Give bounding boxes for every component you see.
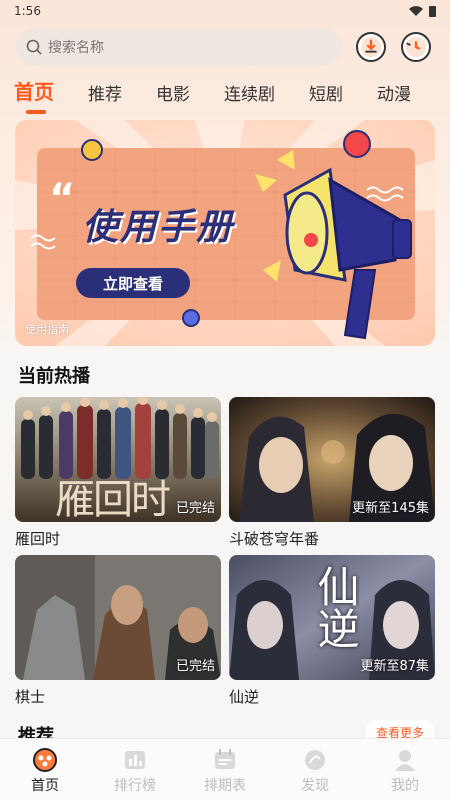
video-title: 雁回时: [15, 530, 61, 548]
banner-view-button[interactable]: 立即查看: [76, 268, 190, 298]
nav-label: 我的: [391, 778, 419, 794]
video-title: 仙逆: [229, 688, 260, 706]
poster-image: 仙逆 更新至87集: [229, 555, 435, 680]
search-icon: [26, 39, 42, 55]
nav-label: 首页: [31, 778, 59, 794]
nav-schedule[interactable]: 排期表: [180, 739, 270, 800]
download-icon: [360, 36, 382, 58]
banner-caption: 使用指南: [25, 323, 69, 336]
tab-home[interactable]: 首页: [14, 76, 54, 114]
poster-image: 已完结: [15, 555, 221, 680]
status-badge: 已完结: [175, 659, 215, 674]
section-title-hot: 当前热播: [18, 366, 90, 387]
tab-movie[interactable]: 电影: [156, 76, 190, 105]
calendar-icon: [215, 749, 235, 769]
status-bar: 1:56: [0, 0, 450, 22]
tab-series[interactable]: 连续剧: [224, 76, 275, 105]
status-badge: 更新至87集: [360, 659, 429, 674]
category-tabs: 首页 推荐 电影 连续剧 短剧 动漫: [14, 76, 444, 120]
status-badge: 更新至145集: [352, 501, 429, 516]
tab-anime[interactable]: 动漫: [377, 76, 411, 105]
bottom-navigation: 首页 排行榜 排期表 发现 我的: [0, 738, 450, 800]
wifi-icon: [409, 6, 423, 16]
video-card[interactable]: 更新至145集 斗破苍穹年番: [229, 397, 435, 549]
video-card[interactable]: 已完结 棋士: [15, 555, 221, 707]
history-icon: [405, 36, 427, 58]
chart-icon: [125, 751, 145, 769]
nav-profile[interactable]: 我的: [360, 739, 450, 800]
nav-home[interactable]: 首页: [0, 739, 90, 800]
search-row: 搜索名称: [16, 28, 436, 66]
poster-title-art: 雁回时: [55, 477, 171, 522]
download-button[interactable]: [356, 32, 386, 62]
video-card[interactable]: 雁回时 已完结 雁回时: [15, 397, 221, 549]
tab-short-drama[interactable]: 短剧: [309, 76, 343, 105]
video-title: 棋士: [15, 688, 46, 706]
poster-image: 雁回时 已完结: [15, 397, 221, 522]
history-button[interactable]: [401, 32, 431, 62]
video-card[interactable]: 仙逆 更新至87集 仙逆: [229, 555, 435, 707]
tab-recommend[interactable]: 推荐: [88, 76, 122, 105]
status-badge: 已完结: [175, 501, 215, 516]
discover-icon: [305, 750, 325, 770]
svg-text:“: “: [49, 176, 75, 222]
video-title: 斗破苍穹年番: [229, 530, 320, 548]
nav-label: 发现: [301, 778, 329, 794]
poster-image: 更新至145集: [229, 397, 435, 522]
poster-title-art: 仙逆: [311, 565, 360, 649]
search-placeholder: 搜索名称: [48, 40, 104, 56]
battery-icon: [429, 5, 436, 17]
search-input[interactable]: 搜索名称: [16, 28, 341, 66]
promo-banner[interactable]: “ 使用手册 立即查看 使用指南: [15, 120, 435, 346]
nav-discover[interactable]: 发现: [270, 739, 360, 800]
status-time: 1:56: [14, 4, 41, 18]
banner-headline: 使用手册: [82, 207, 235, 248]
nav-label: 排期表: [204, 778, 246, 794]
nav-ranking[interactable]: 排行榜: [90, 739, 180, 800]
nav-label: 排行榜: [114, 778, 156, 794]
home-icon: [33, 748, 57, 772]
user-icon: [395, 750, 415, 771]
